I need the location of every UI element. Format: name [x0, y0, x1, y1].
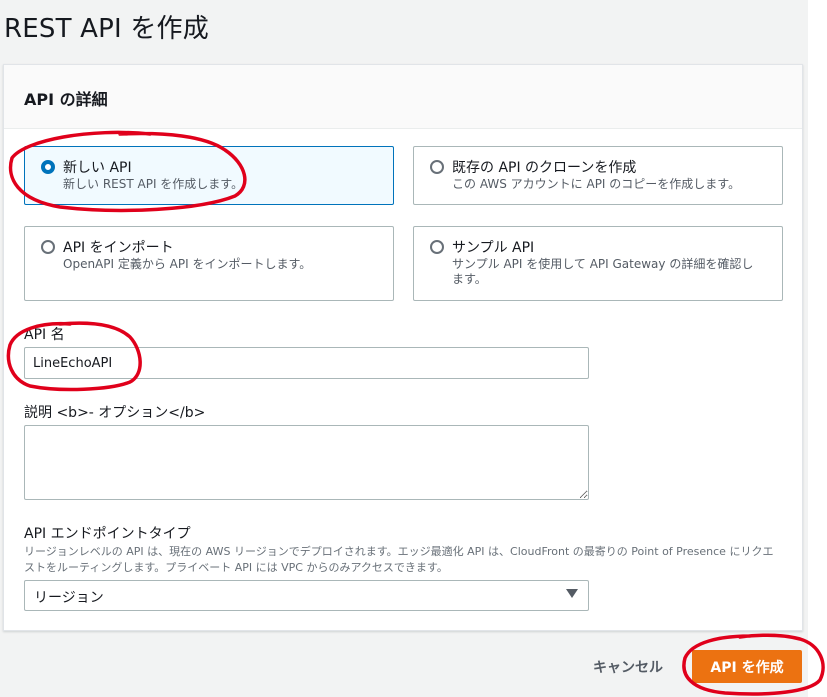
description-textarea[interactable]: [24, 425, 589, 500]
right-edge-strip: [808, 0, 827, 697]
radio-unselected-icon[interactable]: [430, 160, 444, 174]
endpoint-type-label: API エンドポイントタイプ: [24, 526, 191, 542]
page-title: REST API を作成: [4, 14, 209, 44]
option-description: OpenAPI 定義から API をインポートします。: [63, 257, 312, 271]
panel-header: API の詳細: [4, 65, 802, 129]
radio-selected-icon[interactable]: [41, 160, 55, 174]
option-description: 新しい REST API を作成します。: [63, 177, 244, 191]
api-name-input[interactable]: [24, 347, 589, 379]
option-label: 新しい API: [63, 160, 132, 176]
option-clone-api[interactable]: 既存の API のクローンを作成 この AWS アカウントに API のコピーを…: [413, 146, 783, 205]
option-label: サンプル API: [452, 240, 535, 256]
endpoint-type-help: リージョンレベルの API は、現在の AWS リージョンでデプロイされます。エ…: [24, 545, 774, 574]
option-label: API をインポート: [63, 240, 174, 256]
api-name-label: API 名: [24, 327, 65, 343]
endpoint-type-select[interactable]: リージョン: [24, 580, 589, 611]
option-sample-api[interactable]: サンプル API サンプル API を使用して API Gateway の詳細を…: [413, 226, 783, 301]
description-label: 説明 <b>- オプション</b>: [24, 405, 206, 421]
option-description: サンプル API を使用して API Gateway の詳細を確認します。: [452, 257, 754, 286]
endpoint-type-value: リージョン: [34, 590, 104, 606]
api-details-panel: API の詳細 新しい API 新しい REST API を作成します。 既存の…: [3, 64, 803, 631]
panel-title: API の詳細: [24, 90, 108, 109]
radio-unselected-icon[interactable]: [41, 240, 55, 254]
cancel-button[interactable]: キャンセル: [583, 651, 673, 683]
create-api-button[interactable]: API を作成: [692, 650, 802, 683]
option-description: この AWS アカウントに API のコピーを作成します。: [452, 177, 741, 191]
radio-unselected-icon[interactable]: [430, 240, 444, 254]
caret-down-icon: [566, 589, 578, 598]
option-label: 既存の API のクローンを作成: [452, 160, 637, 176]
option-new-api[interactable]: 新しい API 新しい REST API を作成します。: [24, 146, 394, 205]
option-import-api[interactable]: API をインポート OpenAPI 定義から API をインポートします。: [24, 226, 394, 301]
